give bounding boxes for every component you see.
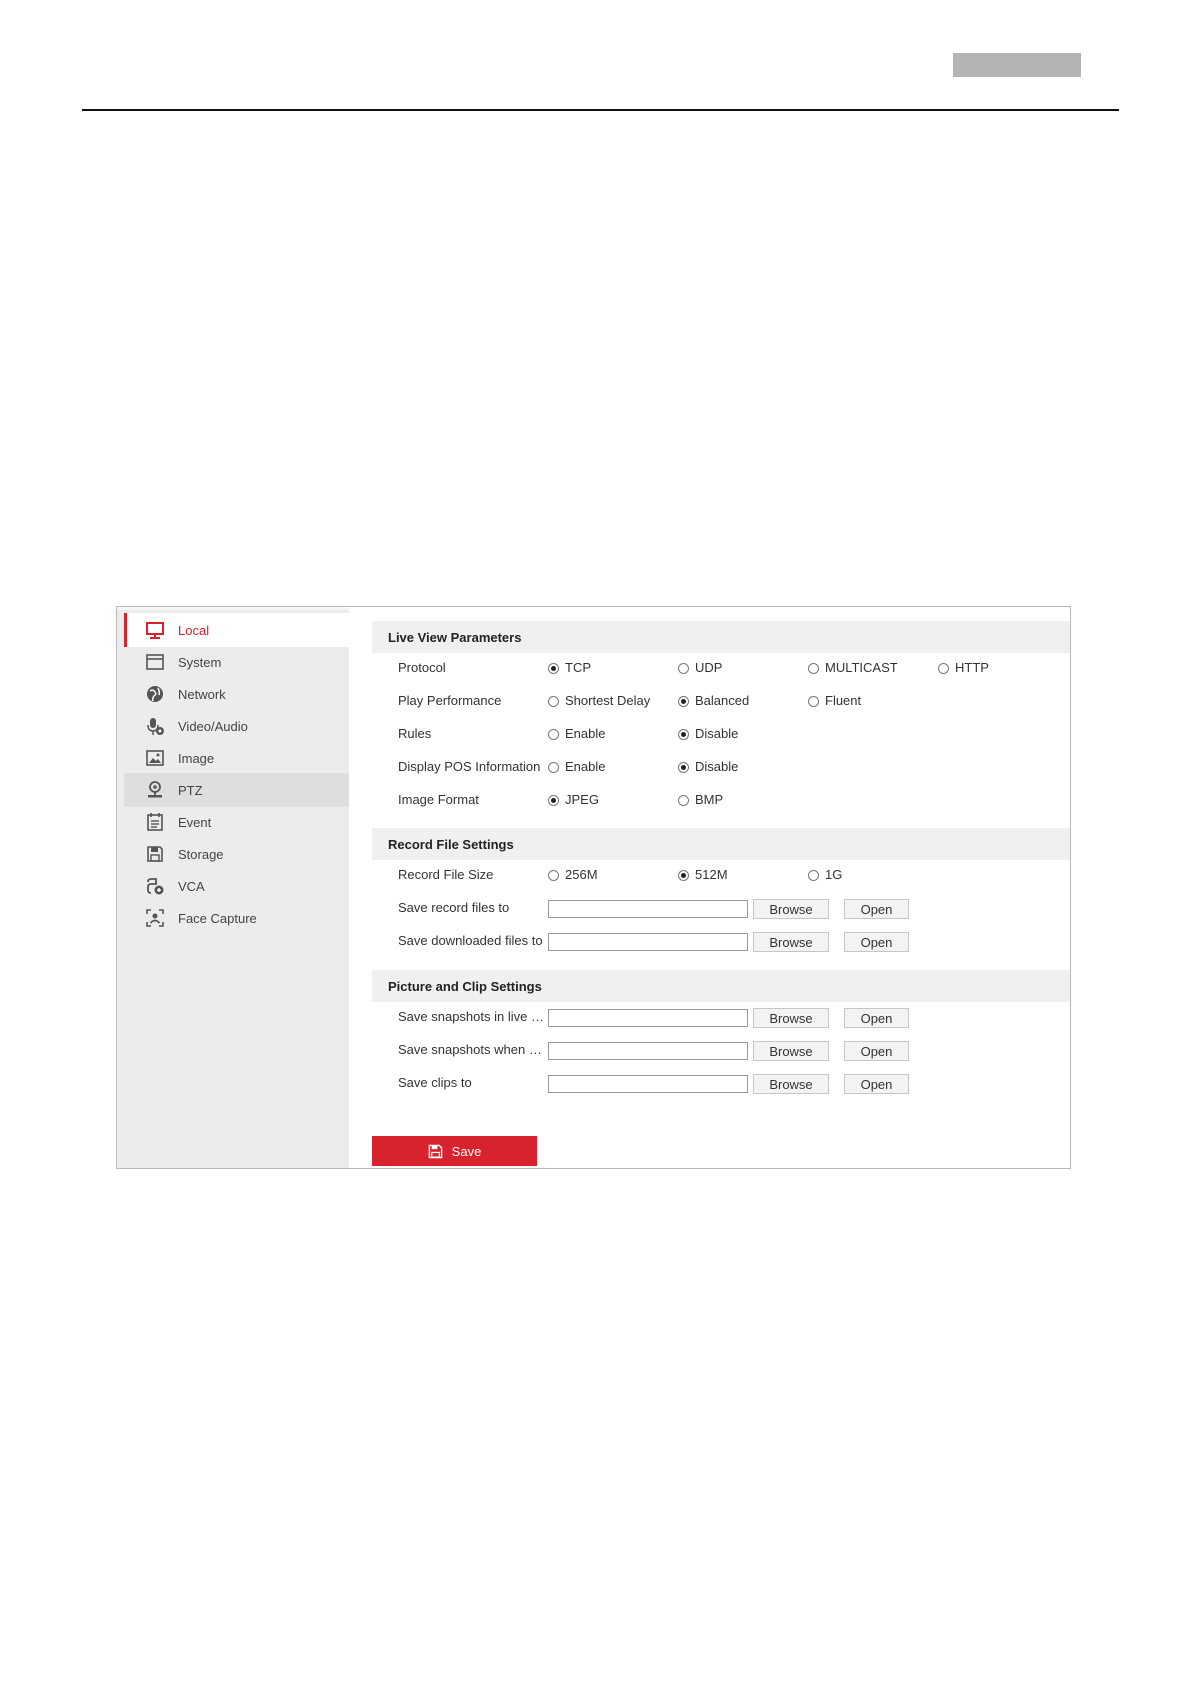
size-1g-radio[interactable]: 1G: [808, 867, 842, 883]
save-record-path-input[interactable]: [548, 900, 748, 918]
image-icon: [144, 747, 166, 769]
local-config-window: Local System Network Video/Audio Image P…: [116, 606, 1071, 1169]
window-icon: [144, 651, 166, 673]
header-divider: [82, 109, 1119, 111]
play-fluent-radio[interactable]: Fluent: [808, 693, 861, 709]
save-snapshots-live-path-input[interactable]: [548, 1009, 748, 1027]
sidebar-item-label: Storage: [178, 846, 224, 862]
snapshots-live-browse-button[interactable]: Browse: [753, 1008, 829, 1028]
size-512m-radio[interactable]: 512M: [678, 867, 728, 883]
sidebar-item-storage[interactable]: Storage: [124, 837, 349, 871]
save-record-open-button[interactable]: Open: [844, 899, 909, 919]
format-jpeg-radio[interactable]: JPEG: [548, 792, 599, 808]
rules-enable-radio[interactable]: Enable: [548, 726, 605, 742]
sidebar-item-label: VCA: [178, 878, 205, 894]
pos-enable-radio[interactable]: Enable: [548, 759, 605, 775]
save-snapshots-playback-path-input[interactable]: [548, 1042, 748, 1060]
play-shortest-delay-radio[interactable]: Shortest Delay: [548, 693, 650, 709]
globe-icon: [144, 683, 166, 705]
section-live-view: Live View Parameters: [372, 621, 1070, 653]
pos-disable-radio[interactable]: Disable: [678, 759, 738, 775]
sidebar-item-label: System: [178, 654, 222, 670]
sidebar-item-label: Video/Audio: [178, 718, 248, 734]
microphone-icon: [144, 715, 166, 737]
floppy-icon: [144, 843, 166, 865]
save-button[interactable]: Save: [372, 1136, 537, 1166]
save-clips-label: Save clips to: [398, 1075, 472, 1090]
save-record-label: Save record files to: [398, 900, 510, 915]
sidebar-item-network[interactable]: Network: [124, 677, 349, 711]
calendar-icon: [144, 811, 166, 833]
save-downloaded-browse-button[interactable]: Browse: [753, 932, 829, 952]
protocol-label: Protocol: [398, 660, 446, 675]
play-balanced-radio[interactable]: Balanced: [678, 693, 749, 709]
sidebar-item-local[interactable]: Local: [124, 613, 349, 647]
sidebar-item-ptz[interactable]: PTZ: [124, 773, 349, 807]
image-format-label: Image Format: [398, 792, 479, 807]
save-icon: [428, 1144, 452, 1159]
sidebar-item-label: Image: [178, 750, 215, 766]
section-picture-clip: Picture and Clip Settings: [372, 970, 1070, 1002]
header-gray-block: [953, 53, 1081, 77]
sidebar-item-label: Event: [178, 814, 212, 830]
snapshots-playback-browse-button[interactable]: Browse: [753, 1041, 829, 1061]
sidebar-item-image[interactable]: Image: [124, 741, 349, 775]
save-clips-path-input[interactable]: [548, 1075, 748, 1093]
rules-label: Rules: [398, 726, 432, 741]
sidebar-item-event[interactable]: Event: [124, 805, 349, 839]
protocol-udp-radio[interactable]: UDP: [678, 660, 722, 676]
save-snapshots-live-label: Save snapshots in live vi…: [398, 1009, 546, 1024]
save-downloaded-open-button[interactable]: Open: [844, 932, 909, 952]
protocol-multicast-radio[interactable]: MULTICAST: [808, 660, 898, 676]
sidebar-item-video-audio[interactable]: Video/Audio: [124, 709, 349, 743]
save-clips-open-button[interactable]: Open: [844, 1074, 909, 1094]
face-capture-icon: [144, 907, 166, 929]
display-pos-label: Display POS Information: [398, 759, 541, 774]
play-performance-label: Play Performance: [398, 693, 502, 708]
protocol-http-radio[interactable]: HTTP: [938, 660, 989, 676]
save-downloaded-path-input[interactable]: [548, 933, 748, 951]
save-button-label: Save: [451, 1143, 482, 1159]
save-record-browse-button[interactable]: Browse: [753, 899, 829, 919]
record-file-size-label: Record File Size: [398, 867, 494, 882]
main-panel: Live View Parameters Protocol TCP UDP MU…: [349, 607, 1070, 1168]
rules-disable-radio[interactable]: Disable: [678, 726, 738, 742]
sidebar-item-label: PTZ: [178, 782, 203, 798]
sidebar-item-label: Local: [178, 622, 210, 638]
save-downloaded-label: Save downloaded files to: [398, 933, 543, 948]
monitor-icon: [144, 619, 166, 641]
size-256m-radio[interactable]: 256M: [548, 867, 598, 883]
snapshots-live-open-button[interactable]: Open: [844, 1008, 909, 1028]
save-snapshots-playback-label: Save snapshots when pla…: [398, 1042, 546, 1057]
protocol-tcp-radio[interactable]: TCP: [548, 660, 591, 676]
snapshots-playback-open-button[interactable]: Open: [844, 1041, 909, 1061]
sidebar-item-label: Network: [178, 686, 226, 702]
section-record-file: Record File Settings: [372, 828, 1070, 860]
ptz-camera-icon: [144, 779, 166, 801]
save-clips-browse-button[interactable]: Browse: [753, 1074, 829, 1094]
sidebar-item-system[interactable]: System: [124, 645, 349, 679]
sidebar-item-face-capture[interactable]: Face Capture: [124, 901, 349, 935]
format-bmp-radio[interactable]: BMP: [678, 792, 723, 808]
sidebar-item-vca[interactable]: VCA: [124, 869, 349, 903]
sidebar: Local System Network Video/Audio Image P…: [117, 607, 349, 1168]
sidebar-item-label: Face Capture: [178, 910, 257, 926]
vca-icon: [144, 875, 166, 897]
